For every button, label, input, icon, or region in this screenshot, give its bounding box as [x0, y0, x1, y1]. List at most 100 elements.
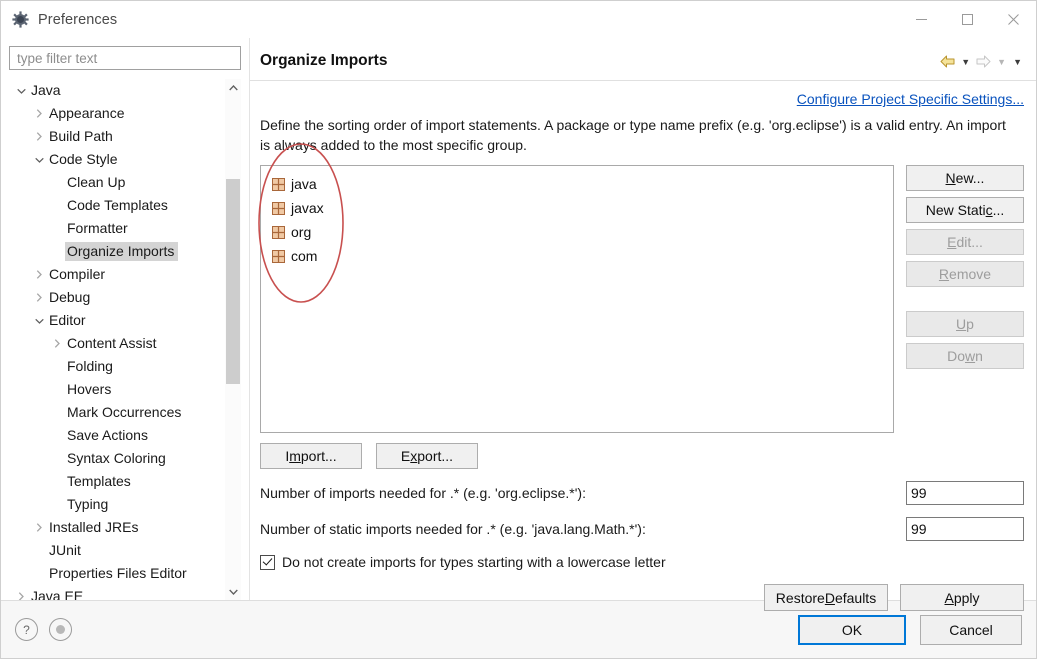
sidebar-item-label: Appearance [47, 104, 129, 123]
sidebar-item-appearance[interactable]: Appearance [9, 102, 225, 125]
sidebar-item-formatter[interactable]: Formatter [9, 217, 225, 240]
package-icon [272, 202, 285, 215]
close-button[interactable] [990, 1, 1036, 38]
sidebar-item-label: Hovers [65, 380, 115, 399]
chevron-right-icon[interactable] [31, 132, 47, 141]
sidebar-item-properties-files-editor[interactable]: Properties Files Editor [9, 562, 225, 585]
sidebar-item-editor[interactable]: Editor [9, 309, 225, 332]
chevron-down-icon[interactable] [31, 157, 47, 163]
chevron-right-icon[interactable] [31, 293, 47, 302]
sidebar-item-clean-up[interactable]: Clean Up [9, 171, 225, 194]
sidebar-item-hovers[interactable]: Hovers [9, 378, 225, 401]
setting-label: Number of static imports needed for .* (… [260, 521, 646, 537]
import-order-button-column: New...New Static...Edit...RemoveUpDown [906, 165, 1024, 433]
new-button[interactable]: New... [906, 165, 1024, 191]
forward-history-chevron-down-icon: ▼ [995, 57, 1008, 67]
sidebar-item-label: Build Path [47, 127, 117, 146]
import-order-list[interactable]: java javaxorgcom [260, 165, 894, 433]
import-button[interactable]: Import... [260, 443, 362, 469]
sidebar-item-installed-jres[interactable]: Installed JREs [9, 516, 225, 539]
new-static-button[interactable]: New Static... [906, 197, 1024, 223]
preferences-tree-container: Java Appearance Build Path Code Style Clean … [9, 79, 241, 600]
sidebar-item-label: Clean Up [65, 173, 129, 192]
sidebar-item-label: Content Assist [65, 334, 161, 353]
scroll-down-icon[interactable] [225, 583, 241, 600]
preferences-tree[interactable]: Java Appearance Build Path Code Style Clean … [9, 79, 225, 600]
sidebar-item-build-path[interactable]: Build Path [9, 125, 225, 148]
back-arrow-icon[interactable] [939, 54, 956, 69]
static-imports-threshold-input[interactable] [906, 517, 1024, 541]
search-input[interactable] [15, 50, 235, 67]
project-settings-row: Configure Project Specific Settings... [260, 91, 1024, 109]
page-menu-chevron-down-icon[interactable]: ▼ [1011, 57, 1024, 67]
window-title: Preferences [38, 12, 117, 28]
tree-scrollbar[interactable] [225, 79, 241, 600]
list-item[interactable]: javax [261, 196, 893, 220]
setting-row: Number of imports needed for .* (e.g. 'o… [260, 481, 1024, 505]
back-history-chevron-down-icon[interactable]: ▼ [959, 57, 972, 67]
list-item-label: java [291, 176, 317, 192]
sidebar-item-syntax-coloring[interactable]: Syntax Coloring [9, 447, 225, 470]
sidebar-item-compiler[interactable]: Compiler [9, 263, 225, 286]
sidebar-item-code-style[interactable]: Code Style [9, 148, 225, 171]
sidebar-item-organize-imports[interactable]: Organize Imports [9, 240, 225, 263]
sidebar-item-debug[interactable]: Debug [9, 286, 225, 309]
filter-field[interactable] [9, 46, 241, 70]
list-item[interactable]: com [261, 244, 893, 268]
export-button[interactable]: Export... [376, 443, 478, 469]
scroll-up-icon[interactable] [225, 79, 241, 96]
sidebar-item-folding[interactable]: Folding [9, 355, 225, 378]
sidebar-item-label: Save Actions [65, 426, 152, 445]
lowercase-types-row: Do not create imports for types starting… [260, 554, 1024, 570]
sidebar-item-mark-occurrences[interactable]: Mark Occurrences [9, 401, 225, 424]
help-icon[interactable]: ? [15, 618, 38, 641]
sidebar-item-label: Java [29, 81, 65, 100]
lowercase-types-label: Do not create imports for types starting… [282, 554, 666, 570]
sidebar-item-java-ee[interactable]: Java EE [9, 585, 225, 600]
page-header: Organize Imports ▼ ▼ ▼ [250, 38, 1036, 81]
sidebar-item-content-assist[interactable]: Content Assist [9, 332, 225, 355]
maximize-button[interactable] [944, 1, 990, 38]
chevron-right-icon[interactable] [31, 109, 47, 118]
preference-page: Organize Imports ▼ ▼ ▼ [249, 38, 1036, 600]
sidebar-item-label: Syntax Coloring [65, 449, 170, 468]
restore-defaults-button[interactable]: Restore Defaults [764, 584, 888, 611]
minimize-button[interactable] [898, 1, 944, 38]
up-button: Up [906, 311, 1024, 337]
chevron-down-icon[interactable] [31, 318, 47, 324]
sidebar-item-label: Installed JREs [47, 518, 142, 537]
sidebar-item-typing[interactable]: Typing [9, 493, 225, 516]
sidebar-item-junit[interactable]: JUnit [9, 539, 225, 562]
apply-button[interactable]: Apply [900, 584, 1024, 611]
preferences-dialog: Preferences Java Appearance Build Path Code… [0, 0, 1037, 659]
chevron-down-icon[interactable] [13, 88, 29, 94]
sidebar-item-templates[interactable]: Templates [9, 470, 225, 493]
sidebar-item-save-actions[interactable]: Save Actions [9, 424, 225, 447]
record-icon[interactable] [49, 618, 72, 641]
chevron-right-icon[interactable] [13, 592, 29, 600]
chevron-right-icon[interactable] [31, 523, 47, 532]
sidebar-item-code-templates[interactable]: Code Templates [9, 194, 225, 217]
sidebar-item-label: Code Style [47, 150, 121, 169]
chevron-right-icon[interactable] [49, 339, 65, 348]
page-description: Define the sorting order of import state… [260, 115, 1015, 155]
preferences-sidebar: Java Appearance Build Path Code Style Clean … [1, 38, 249, 600]
remove-button: Remove [906, 261, 1024, 287]
button-group-gap [906, 293, 1024, 305]
import-export-row: Import... Export... [260, 443, 1024, 469]
sidebar-item-label: JUnit [47, 541, 85, 560]
sidebar-item-label: Typing [65, 495, 112, 514]
sidebar-item-java[interactable]: Java [9, 79, 225, 102]
configure-project-specific-settings-link[interactable]: Configure Project Specific Settings... [797, 91, 1024, 107]
chevron-right-icon[interactable] [31, 270, 47, 279]
down-button: Down [906, 343, 1024, 369]
forward-arrow-icon [975, 54, 992, 69]
package-icon [272, 250, 285, 263]
lowercase-types-checkbox[interactable] [260, 555, 275, 570]
scrollbar-thumb[interactable] [226, 179, 240, 384]
window-controls [898, 1, 1036, 38]
list-item[interactable]: java [261, 172, 893, 196]
list-item[interactable]: org [261, 220, 893, 244]
imports-threshold-input[interactable] [906, 481, 1024, 505]
package-icon [272, 226, 285, 239]
